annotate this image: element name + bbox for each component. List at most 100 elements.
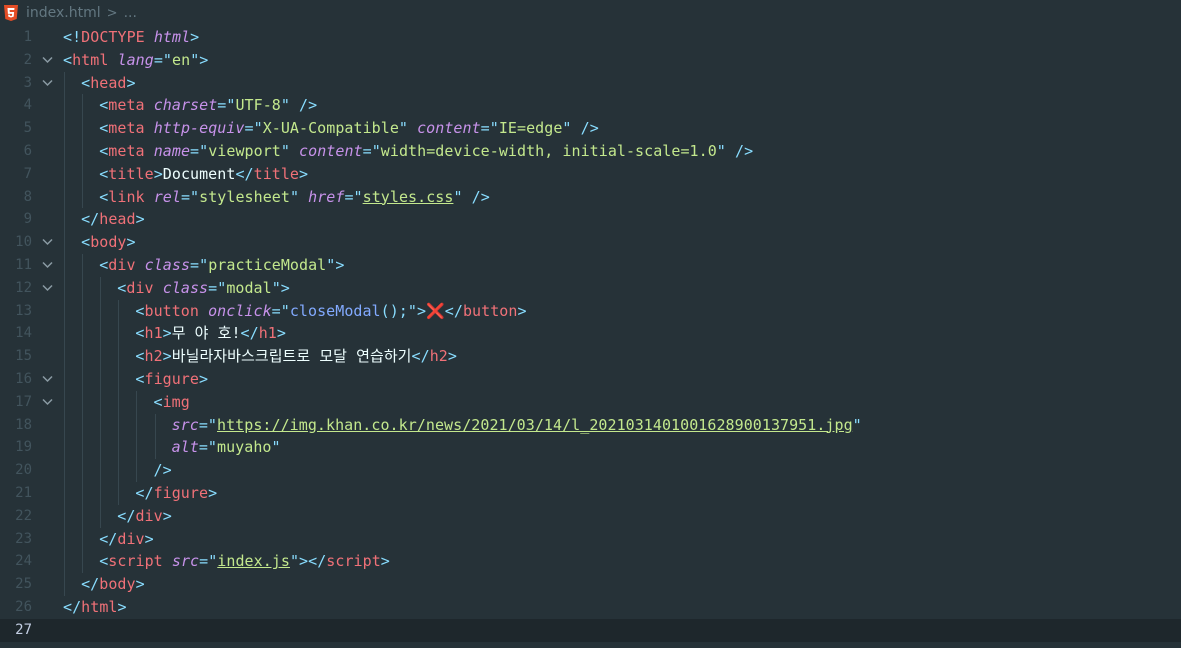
tag-name: h1 [258, 324, 277, 343]
punctuation: " [398, 119, 408, 138]
code-line[interactable]: 17 <img [0, 390, 1181, 414]
punctuation: > [117, 597, 127, 616]
code-line[interactable]: 1 <!DOCTYPE html> [0, 26, 1181, 49]
tag-name: h1 [144, 324, 163, 343]
breadcrumb-more[interactable]: ... [124, 5, 137, 21]
punctuation: =" [344, 187, 363, 206]
punctuation: </ [308, 552, 327, 571]
tag-name: head [99, 210, 136, 229]
text-content [572, 119, 581, 137]
tag-name: figure [153, 483, 209, 502]
link-value[interactable]: index.js [217, 552, 290, 570]
code-line[interactable]: 24 <script src="index.js"></script> [0, 550, 1181, 574]
text-content [145, 119, 154, 137]
punctuation: < [153, 392, 163, 411]
code-text: <meta name="viewport" content="width=dev… [63, 140, 753, 163]
code-line[interactable]: 10 <body> [0, 231, 1181, 254]
attribute-name: src [171, 415, 199, 434]
code-line[interactable]: 21 </figure> [0, 481, 1181, 505]
chevron-down-icon[interactable] [39, 231, 57, 254]
punctuation: < [99, 164, 109, 183]
punctuation: /> [734, 141, 754, 160]
code-line[interactable]: 27 [0, 618, 1181, 642]
code-line[interactable]: 6 <meta name="viewport" content="width=de… [0, 139, 1181, 163]
tag-name: body [90, 233, 127, 252]
punctuation: /> [580, 119, 599, 138]
code-line[interactable]: 14 <h1>무 야 호!</h1> [0, 322, 1181, 346]
code-line[interactable]: 8 <link rel="stylesheet" href="styles.css… [0, 185, 1181, 209]
code-text: <link rel="stylesheet" href="styles.css"… [63, 186, 490, 209]
punctuation: > [208, 483, 218, 502]
tag-name: head [90, 73, 127, 92]
line-number: 17 [15, 393, 32, 410]
line-number: 11 [15, 256, 32, 273]
punctuation: < [81, 233, 91, 252]
code-line[interactable]: 26 </html> [0, 596, 1181, 619]
code-line[interactable]: 4 <meta charset="UTF-8" /> [0, 94, 1181, 118]
tag-name: div [135, 506, 163, 525]
html5-icon [4, 5, 18, 21]
link-value[interactable]: https://img.khan.co.kr/news/2021/03/14/l… [217, 416, 853, 434]
punctuation: " [280, 141, 290, 160]
code-line[interactable]: 22 </div> [0, 504, 1181, 528]
line-number: 5 [23, 120, 32, 137]
link-value[interactable]: styles.css [363, 188, 454, 206]
punctuation: "> [326, 255, 345, 274]
code-editor[interactable]: 1 <!DOCTYPE html> 2 <html lang="en"> 3 <head>… [0, 26, 1181, 642]
punctuation: =" [244, 119, 263, 138]
tag-name: h2 [429, 347, 448, 366]
code-line[interactable]: 2 <html lang="en"> [0, 49, 1181, 72]
chevron-down-icon[interactable] [39, 72, 57, 95]
code-line[interactable]: 9 </head> [0, 208, 1181, 232]
punctuation: =" [180, 187, 200, 206]
code-line[interactable]: 5 <meta http-equiv="X-UA-Compatible" cont… [0, 117, 1181, 140]
code-line[interactable]: 18 src="https://img.khan.co.kr/news/2021/… [0, 413, 1181, 437]
code-line[interactable]: 19 alt="muyaho" [0, 436, 1181, 460]
chevron-down-icon[interactable] [39, 49, 57, 72]
punctuation: </ [99, 529, 118, 548]
text-content [290, 142, 299, 160]
punctuation: < [99, 96, 109, 115]
code-text: <img [63, 391, 190, 414]
code-line[interactable]: 23 </div> [0, 527, 1181, 551]
tag-name: html [81, 597, 118, 616]
code-text: <head> [63, 72, 136, 95]
breadcrumb-filename[interactable]: index.html [26, 5, 101, 21]
code-line[interactable]: 16 <figure> [0, 367, 1181, 391]
code-text: </figure> [63, 482, 217, 505]
attribute-name: http-equiv [153, 119, 245, 138]
text-content [154, 279, 163, 297]
code-line[interactable]: 15 <h2>바닐라자바스크립트로 모달 연습하기</h2> [0, 345, 1181, 368]
attribute-name: lang [117, 50, 154, 69]
attribute-name: name [153, 141, 191, 160]
code-line[interactable]: 25 </body> [0, 573, 1181, 596]
punctuation: =" [199, 552, 218, 571]
punctuation: " [453, 187, 463, 206]
chevron-down-icon[interactable] [39, 391, 57, 414]
code-line[interactable]: 7 <title>Document</title> [0, 162, 1181, 186]
chevron-down-icon[interactable] [39, 254, 57, 277]
code-line[interactable]: 13 <button onclick="closeModal();">❌</but… [0, 299, 1181, 323]
code-line[interactable]: 20 /> [0, 459, 1181, 482]
punctuation: =" [190, 141, 209, 160]
code-line[interactable]: 12 <div class="modal"> [0, 276, 1181, 300]
chevron-down-icon[interactable] [39, 277, 57, 300]
punctuation: </ [117, 506, 136, 525]
line-number: 15 [15, 348, 32, 365]
punctuation: </ [444, 301, 463, 320]
tag-name: img [162, 392, 190, 411]
attribute-name: alt [171, 438, 199, 457]
string-value: viewport [208, 141, 281, 160]
punctuation: > [162, 506, 172, 525]
punctuation: =" [271, 301, 290, 320]
code-text: <h1>무 야 호!</h1> [63, 322, 286, 345]
line-number: 24 [15, 553, 32, 570]
code-line[interactable]: 11 <div class="practiceModal"> [0, 253, 1181, 277]
code-line[interactable]: 3 <head> [0, 71, 1181, 95]
tag-name: title [253, 164, 300, 183]
punctuation: " [271, 438, 281, 457]
punctuation: </ [81, 575, 100, 594]
text-content [108, 51, 117, 69]
tag-name: link [108, 187, 145, 206]
chevron-down-icon[interactable] [39, 368, 57, 391]
